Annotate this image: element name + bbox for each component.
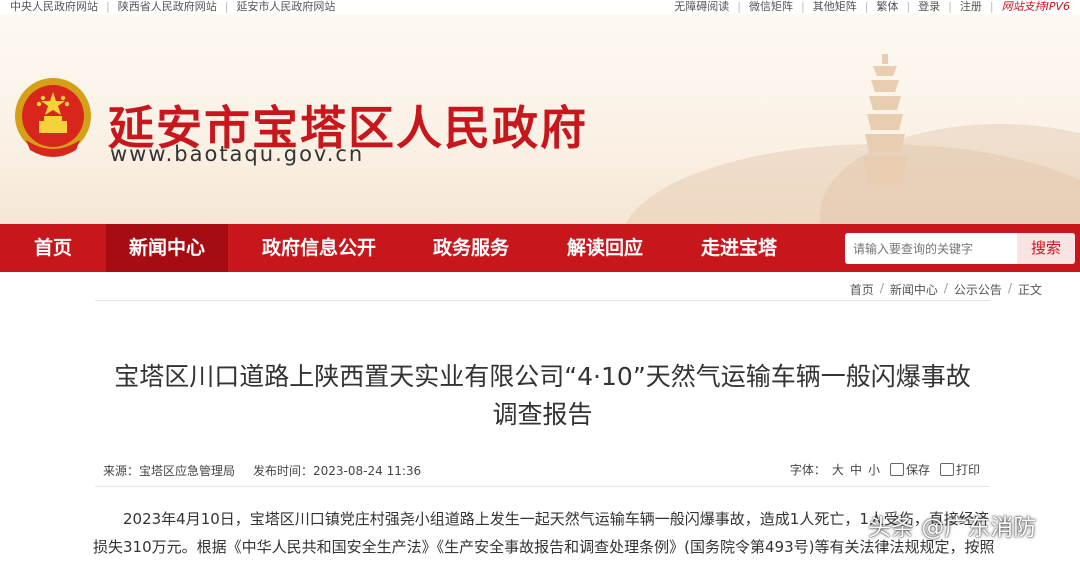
link-login[interactable]: 登录 xyxy=(918,0,940,14)
print-icon xyxy=(939,463,954,476)
link-yanan-gov[interactable]: 延安市人民政府网站 xyxy=(236,0,335,14)
save-button[interactable]: 保存 xyxy=(906,461,930,478)
breadcrumb-news-center[interactable]: 新闻中心 xyxy=(890,281,938,298)
utility-links: 无障碍阅读 | 微信矩阵 | 其他矩阵 | 繁体 | 登录 | 注册 | 网站支… xyxy=(674,0,1070,14)
nav-gov-services[interactable]: 政务服务 xyxy=(416,224,526,272)
ipv6-badge: 网站支持IPV6 xyxy=(1001,0,1070,13)
breadcrumb: 首页 / 新闻中心 / 公示公告 / 正文 xyxy=(849,281,1042,298)
nav-gov-info[interactable]: 政府信息公开 xyxy=(244,224,394,272)
link-central-gov[interactable]: 中央人民政府网站 xyxy=(10,0,98,14)
gov-links: 中央人民政府网站 | 陕西省人民政府网站 | 延安市人民政府网站 xyxy=(10,0,336,14)
link-traditional[interactable]: 繁体 xyxy=(876,0,898,14)
search-input[interactable] xyxy=(845,233,1017,264)
article-title-line1: 宝塔区川口道路上陕西置天实业有限公司“4·10”天然气运输车辆一般闪爆事故 xyxy=(114,362,971,391)
link-wechat-matrix[interactable]: 微信矩阵 xyxy=(749,0,793,14)
pagoda-icon xyxy=(863,54,907,184)
article-tools: 字体： 大 中 小 保存 打印 xyxy=(784,461,980,478)
header-banner: 延安市宝塔区人民政府 www.baotaqu.gov.cn xyxy=(0,14,1080,224)
article-title: 宝塔区川口道路上陕西置天实业有限公司“4·10”天然气运输车辆一般闪爆事故 调查… xyxy=(90,358,995,434)
link-other-matrix[interactable]: 其他矩阵 xyxy=(813,0,857,14)
save-icon xyxy=(889,463,904,476)
article-paragraph: 2023年4月10日，宝塔区川口镇党庄村强尧小组道路上发生一起天然气运输车辆一般… xyxy=(93,510,995,556)
link-register[interactable]: 注册 xyxy=(960,0,982,14)
nav-interpretation[interactable]: 解读回应 xyxy=(550,224,660,272)
site-url: www.baotaqu.gov.cn xyxy=(110,142,365,166)
divider xyxy=(95,300,990,301)
breadcrumb-notices[interactable]: 公示公告 xyxy=(954,281,1002,298)
article-meta: 来源：宝塔区应急管理局 发布时间：2023-08-24 11:36 xyxy=(103,462,421,479)
watermark: 头条 @广东消防 xyxy=(868,515,1037,541)
breadcrumb-home[interactable]: 首页 xyxy=(850,281,874,298)
breadcrumb-current: 正文 xyxy=(1017,283,1042,297)
search-button[interactable]: 搜索 xyxy=(1017,233,1075,264)
nav-news-center[interactable]: 新闻中心 xyxy=(106,224,228,272)
article-publish-time: 发布时间：2023-08-24 11:36 xyxy=(253,464,422,478)
font-size-small[interactable]: 小 xyxy=(868,461,880,478)
link-shaanxi-gov[interactable]: 陕西省人民政府网站 xyxy=(118,0,217,14)
font-size-large[interactable]: 大 xyxy=(832,461,844,478)
font-size-medium[interactable]: 中 xyxy=(850,461,862,478)
national-emblem-icon xyxy=(15,78,91,157)
nav-about-baota[interactable]: 走进宝塔 xyxy=(684,224,794,272)
print-button[interactable]: 打印 xyxy=(956,461,980,478)
search-box: 搜索 xyxy=(845,233,1075,264)
top-utility-bar: 中央人民政府网站 | 陕西省人民政府网站 | 延安市人民政府网站 无障碍阅读 |… xyxy=(0,0,1080,14)
nav-home[interactable]: 首页 xyxy=(18,224,88,272)
font-size-label: 字体： xyxy=(789,463,826,477)
article-source: 来源：宝塔区应急管理局 xyxy=(103,464,236,478)
article-title-line2: 调查报告 xyxy=(492,400,593,429)
divider xyxy=(95,486,990,487)
link-accessibility[interactable]: 无障碍阅读 xyxy=(674,0,729,14)
